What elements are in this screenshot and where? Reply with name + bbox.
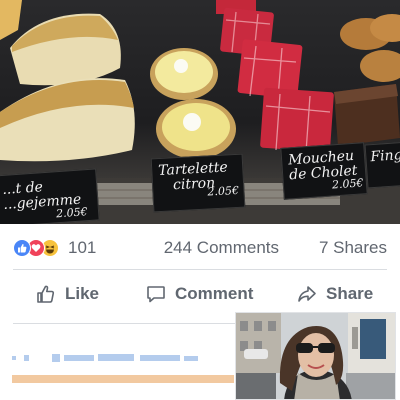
post-actions: Like Comment Share: [0, 276, 400, 312]
selfie-video-frame: [236, 313, 395, 399]
comment-label: Comment: [175, 284, 254, 303]
comment-button[interactable]: Comment: [146, 276, 253, 312]
like-button[interactable]: Like: [36, 276, 99, 312]
video-overlay[interactable]: [235, 312, 396, 400]
reaction-count[interactable]: 101: [68, 238, 96, 258]
thumbs-up-icon: [37, 285, 55, 303]
engagement-summary: 101 244 Comments 7 Shares: [0, 232, 400, 262]
share-button[interactable]: Share: [297, 276, 373, 312]
share-label: Share: [326, 284, 374, 303]
post-photo[interactable]: ...t de ...gejemme 2.05€ Tartelette citr…: [0, 0, 400, 224]
divider: [13, 269, 387, 270]
tag-price: 2.05€: [331, 176, 364, 192]
comments-count-link[interactable]: 244 Comments: [164, 238, 279, 258]
tag-price: 2.05€: [55, 205, 89, 221]
price-tag-2: Tartelette citron 2.05€: [150, 153, 246, 213]
share-arrow-icon: [298, 286, 316, 302]
progress-accent-bar: [12, 375, 234, 383]
comment-bubble-icon: [147, 286, 165, 303]
tag-price: 2.05€: [207, 183, 240, 199]
blurred-text: [12, 354, 198, 362]
like-label: Like: [65, 284, 100, 303]
tag-name-line1: Fing...: [369, 146, 400, 166]
price-tag-4: Fing...: [364, 141, 400, 189]
price-tag-3: Moucheu de Cholet 2.05€: [280, 142, 368, 200]
like-icon: [13, 239, 31, 257]
shares-count-link[interactable]: 7 Shares: [319, 238, 387, 258]
price-tag-1: ...t de ...gejemme 2.05€: [0, 168, 100, 224]
